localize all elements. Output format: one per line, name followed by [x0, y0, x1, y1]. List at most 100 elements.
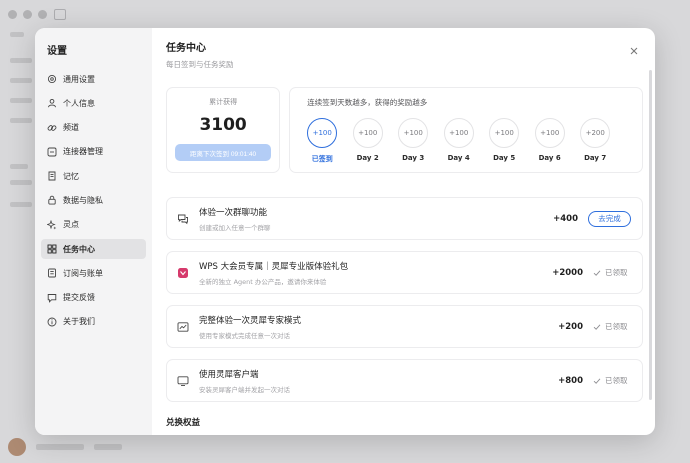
sidebar-item-label: 灵点: [63, 220, 79, 230]
page-subtitle: 每日签到与任务奖励: [166, 60, 234, 69]
day-reward: +100: [534, 118, 565, 148]
claimed-label: 已领取: [605, 376, 628, 385]
sidebar-item-channels[interactable]: 频道: [41, 118, 146, 138]
day-label: Day 6: [538, 154, 561, 162]
task-title: 使用灵犀客户端: [199, 369, 259, 380]
task-text: 体验一次群聊功能 创建或加入任意一个群聊: [199, 206, 553, 232]
sidebar-item-task-center[interactable]: 任务中心: [41, 239, 146, 260]
sidebar-item-profile[interactable]: 个人信息: [41, 93, 146, 113]
task-title: WPS 大会员专属｜灵犀专业版体验礼包: [199, 261, 349, 272]
memory-icon: [47, 171, 57, 181]
task-text: WPS 大会员专属｜灵犀专业版体验礼包 全新的独立 Agent 办公产品，邀请你…: [199, 260, 552, 286]
day-reward: +100: [398, 118, 429, 148]
claimed-label: 已领取: [605, 268, 628, 277]
task-title: 体验一次群聊功能: [199, 207, 268, 218]
checkin-day-1: +100 已签到: [307, 118, 338, 164]
page-title: 任务中心: [166, 43, 206, 54]
settings-sidebar: 设置 通用设置 个人信息 频道 连接器管理 记忆 数据与隐私 灵点 任务中心 订…: [35, 28, 152, 435]
day-label: Day 7: [584, 154, 607, 162]
day-reward: +100: [352, 118, 383, 148]
task-description: 全新的独立 Agent 办公产品，邀请你来体验: [199, 277, 327, 286]
sidebar-item-label: 关于我们: [63, 317, 95, 327]
claimed-label: 已领取: [605, 322, 628, 331]
task-item-desktop-client: 使用灵犀客户端 安装灵犀客户端并发起一次对话 +800 已领取: [166, 359, 643, 402]
day-reward: +200: [580, 118, 611, 148]
sidebar-item-feedback[interactable]: 提交反馈: [41, 288, 146, 308]
sidebar-item-privacy[interactable]: 数据与隐私: [41, 190, 146, 210]
task-item-group-chat: 体验一次群聊功能 创建或加入任意一个群聊 +400 去完成: [166, 197, 643, 240]
chat-icon: [177, 213, 189, 225]
total-points-card: 累计获得 3100 距离下次签到 09:01:40: [166, 87, 281, 173]
streak-description: 连续签到天数越多，获得的奖励越多: [307, 98, 428, 107]
check-icon: [593, 270, 601, 276]
sidebar-item-label: 任务中心: [63, 244, 95, 254]
check-icon: [593, 378, 601, 384]
monitor-icon: [177, 375, 189, 387]
day-label: Day 4: [447, 154, 470, 162]
sidebar-item-label: 通用设置: [63, 74, 95, 84]
sidebar-item-about[interactable]: 关于我们: [41, 312, 146, 332]
day-label: Day 2: [356, 154, 379, 162]
task-reward: +400: [553, 213, 578, 224]
task-reward: +2000: [552, 267, 583, 278]
task-text: 完整体验一次灵犀专家模式 使用专家模式完成任意一次对话: [199, 314, 558, 340]
total-points-label: 累计获得: [209, 98, 238, 106]
settings-title: 设置: [47, 46, 67, 57]
checkin-day-6: +100 Day 6: [534, 118, 565, 164]
checkin-day-2: +100 Day 2: [352, 118, 383, 164]
task-reward: +200: [558, 321, 583, 332]
feedback-icon: [47, 293, 57, 303]
task-description: 使用专家模式完成任意一次对话: [199, 331, 290, 340]
gear-icon: [47, 74, 57, 84]
next-checkin-countdown-button[interactable]: 距离下次签到 09:01:40: [175, 144, 272, 161]
sidebar-item-label: 频道: [63, 123, 79, 133]
user-icon: [47, 98, 57, 108]
tasks-icon: [47, 244, 57, 254]
sidebar-item-connectors[interactable]: 连接器管理: [41, 142, 146, 162]
sidebar-item-label: 订阅与账单: [63, 268, 103, 278]
checkin-day-7: +200 Day 7: [580, 118, 611, 164]
close-icon[interactable]: [629, 41, 639, 55]
day-reward: +100: [489, 118, 520, 148]
settings-modal: 设置 通用设置 个人信息 频道 连接器管理 记忆 数据与隐私 灵点 任务中心 订…: [35, 28, 655, 435]
task-description: 创建或加入任意一个群聊: [199, 223, 271, 232]
total-points-value: 3100: [199, 115, 247, 135]
lock-icon: [47, 195, 57, 206]
checkin-streak-card: 连续签到天数越多，获得的奖励越多 +100 已签到 +100 Day 2 +10…: [289, 87, 643, 173]
task-reward: +800: [558, 375, 583, 386]
checkin-day-4: +100 Day 4: [443, 118, 474, 164]
sidebar-item-memory[interactable]: 记忆: [41, 166, 146, 186]
sidebar-item-label: 提交反馈: [63, 293, 95, 303]
sidebar-item-points[interactable]: 灵点: [41, 215, 146, 235]
sidebar-item-label: 数据与隐私: [63, 195, 103, 205]
checkin-row: 累计获得 3100 距离下次签到 09:01:40 连续签到天数越多，获得的奖励…: [166, 87, 643, 173]
connector-icon: [47, 147, 57, 157]
task-text: 使用灵犀客户端 安装灵犀客户端并发起一次对话: [199, 368, 558, 394]
sidebar-item-billing[interactable]: 订阅与账单: [41, 263, 146, 283]
day-label: Day 3: [402, 154, 425, 162]
sidebar-item-label: 连接器管理: [63, 147, 103, 157]
checkin-day-5: +100 Day 5: [489, 118, 520, 164]
scrollbar[interactable]: [649, 70, 652, 400]
sidebar-item-label: 个人信息: [63, 98, 95, 108]
go-complete-button[interactable]: 去完成: [588, 210, 631, 227]
check-icon: [593, 324, 601, 330]
checkin-days: +100 已签到 +100 Day 2 +100 Day 3 +100 Day …: [307, 118, 628, 164]
info-icon: [47, 317, 57, 327]
chart-icon: [177, 321, 189, 333]
wps-logo-icon: [177, 267, 189, 279]
sparkle-icon: [47, 219, 57, 230]
sidebar-item-label: 记忆: [63, 171, 79, 181]
checkin-day-3: +100 Day 3: [398, 118, 429, 164]
task-description: 安装灵犀客户端并发起一次对话: [199, 385, 290, 394]
task-title: 完整体验一次灵犀专家模式: [199, 315, 302, 326]
day-reward: +100: [307, 118, 338, 148]
sidebar-item-general[interactable]: 通用设置: [41, 69, 146, 89]
claimed-status: 已领取: [593, 321, 631, 332]
task-item-expert-mode: 完整体验一次灵犀专家模式 使用专家模式完成任意一次对话 +200 已领取: [166, 305, 643, 348]
claimed-status: 已领取: [593, 375, 631, 386]
task-list: 体验一次群聊功能 创建或加入任意一个群聊 +400 去完成 WPS 大会员专属｜…: [166, 197, 643, 402]
day-label: 已签到: [311, 155, 333, 163]
day-reward: +100: [443, 118, 474, 148]
billing-icon: [47, 268, 57, 278]
